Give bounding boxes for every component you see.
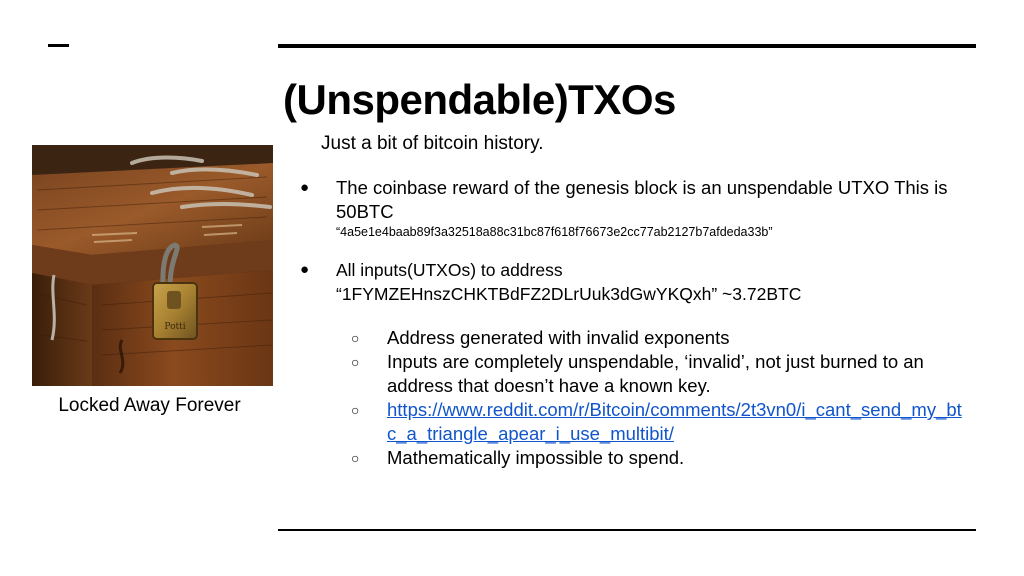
bullet-item: ● The coinbase reward of the genesis blo…: [300, 176, 970, 240]
sub-bullet-item: ○ Address generated with invalid exponen…: [336, 326, 967, 350]
bullet-item: ● All inputs(UTXOs) to address “1FYMZEHn…: [300, 258, 970, 470]
reddit-link[interactable]: https://www.reddit.com/r/Bitcoin/comment…: [387, 399, 962, 444]
sub-bullet-text: Address generated with invalid exponents: [387, 327, 730, 348]
svg-text:Potti: Potti: [164, 322, 185, 332]
sub-bullet-list: ○ Address generated with invalid exponen…: [336, 326, 970, 470]
slide-subtitle: Just a bit of bitcoin history.: [321, 133, 544, 154]
genesis-hash: “4a5e1e4baab89f3a32518a88c31bc87f618f766…: [336, 225, 773, 239]
bullet-list: ● The coinbase reward of the genesis blo…: [300, 176, 970, 470]
sub-bullet-icon: ○: [351, 330, 360, 346]
sub-bullet-icon: ○: [351, 354, 360, 370]
sub-bullet-item: ○ Inputs are completely unspendable, ‘in…: [336, 350, 967, 398]
corner-dash: [48, 44, 69, 47]
sub-bullet-text: Mathematically impossible to spend.: [387, 447, 685, 468]
slide-title: (Unspendable)TXOs: [283, 76, 676, 123]
bullet-text: All inputs(UTXOs) to address: [336, 260, 563, 280]
address-detail: “1FYMZEHnszCHKTBdFZ2DLrUuk3dGwYKQxh” ~3.…: [336, 284, 802, 304]
bullet-text: The coinbase reward of the genesis block…: [336, 177, 948, 222]
sub-bullet-item: ○ https://www.reddit.com/r/Bitcoin/comme…: [336, 398, 967, 446]
image-caption: Locked Away Forever: [58, 395, 241, 416]
sub-bullet-icon: ○: [351, 450, 360, 466]
bottom-rule: [278, 529, 976, 531]
bullet-icon: ●: [300, 179, 310, 196]
top-rule: [278, 44, 976, 48]
locked-chest-image: Potti: [32, 145, 273, 386]
sub-bullet-item: ○ Mathematically impossible to spend.: [336, 446, 967, 470]
sub-bullet-icon: ○: [351, 402, 360, 418]
sub-bullet-text: Inputs are completely unspendable, ‘inva…: [387, 351, 924, 396]
bullet-icon: ●: [300, 261, 310, 278]
